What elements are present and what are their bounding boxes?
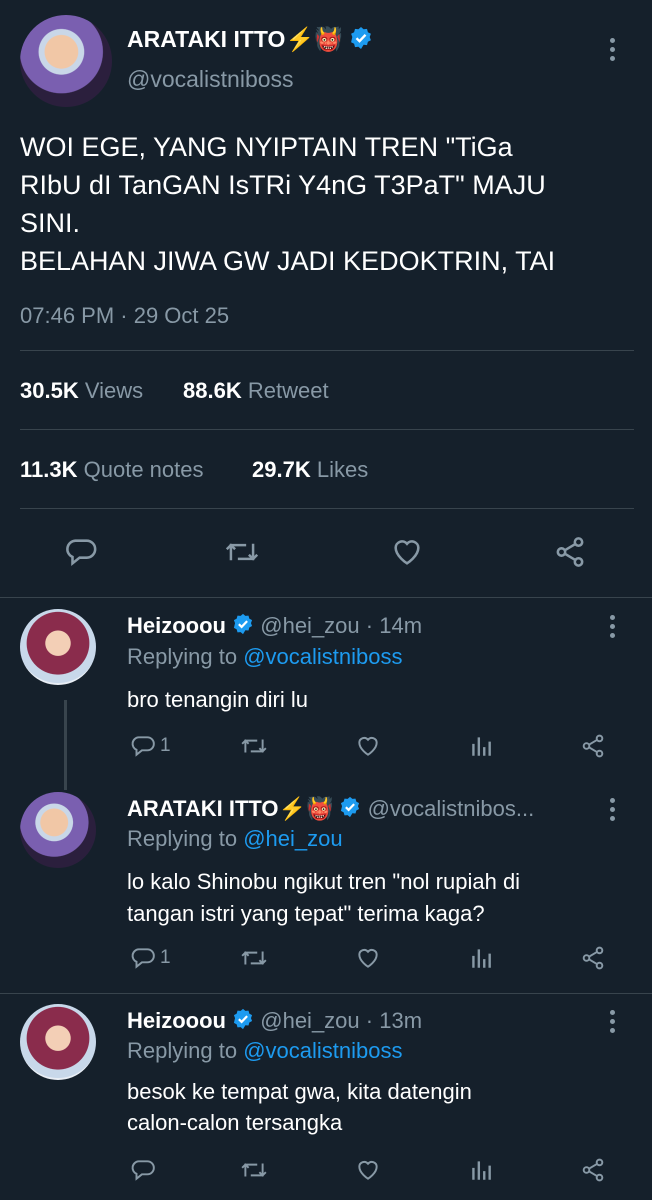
reply-icon[interactable] <box>130 1157 156 1183</box>
reply-header[interactable]: ARATAKI ITTO⚡👹 @vocalistnibos... <box>127 796 534 824</box>
reply-time: · 14m <box>365 613 423 638</box>
author-avatar[interactable] <box>20 15 112 107</box>
views-stat[interactable]: 30.5K Views <box>20 378 143 404</box>
reply-text: besok ke tempat gwa, kita datengin calon… <box>127 1076 472 1138</box>
verified-badge-icon <box>349 26 373 56</box>
share-icon[interactable] <box>580 1157 606 1183</box>
replying-to-label: Replying to <box>127 1038 244 1063</box>
divider <box>20 508 634 509</box>
quote-label: Quote notes <box>83 457 204 482</box>
like-icon[interactable] <box>389 535 425 569</box>
analytics-icon[interactable] <box>468 1157 494 1183</box>
author-emoji: ⚡👹 <box>285 26 343 53</box>
reply-author-name: ARATAKI ITTO <box>127 796 279 821</box>
reply-time: · 13m <box>365 1008 423 1033</box>
reply-handle: @hei_zou <box>260 1008 360 1033</box>
views-count: 30.5K <box>20 378 79 403</box>
replying-to-label: Replying to <box>127 644 244 669</box>
more-options-icon[interactable] <box>610 38 616 65</box>
reply-text-line: lo kalo Shinobu ngikut tren "nol rupiah … <box>127 869 521 894</box>
replying-to-link[interactable]: @hei_zou <box>243 826 342 851</box>
likes-count: 29.7K <box>252 457 311 482</box>
reply-icon[interactable]: 1 <box>130 733 171 759</box>
reply-header[interactable]: Heizooou @hei_zou · 14m <box>127 613 422 641</box>
author-name: ARATAKI ITTO <box>127 26 286 53</box>
reply-text: lo kalo Shinobu ngikut tren "nol rupiah … <box>127 866 520 930</box>
divider <box>0 993 652 994</box>
analytics-icon[interactable] <box>468 945 494 971</box>
share-icon[interactable] <box>580 733 606 759</box>
reply-header[interactable]: Heizooou @hei_zou · 13m <box>127 1008 422 1036</box>
quote-stat[interactable]: 11.3K Quote notes <box>20 457 204 483</box>
more-options-icon[interactable] <box>610 615 616 642</box>
reply-avatar[interactable] <box>20 609 96 685</box>
reply-icon[interactable]: 1 <box>130 945 171 971</box>
replying-to-link[interactable]: @vocalistniboss <box>243 1038 402 1063</box>
reply-icon[interactable] <box>64 535 98 569</box>
tweet-timestamp[interactable]: 07:46 PM · 29 Oct 25 <box>20 303 229 329</box>
more-options-icon[interactable] <box>610 1010 616 1037</box>
reply-text-line: tangan istri yang tepat" terima kaga? <box>127 901 485 926</box>
verified-badge-icon <box>232 1008 254 1036</box>
like-icon[interactable] <box>354 945 382 971</box>
reply-author-name: Heizooou <box>127 613 226 638</box>
reply-count: 1 <box>160 735 171 756</box>
tweet-text-line: BELAHAN JIWA GW JADI KEDOKTRIN, TAI <box>20 246 556 276</box>
tweet-text-line: RIbU dI TanGAN IsTRi Y4nG T3PaT" MAJU <box>20 170 546 200</box>
retweet-icon[interactable] <box>240 733 268 759</box>
tweet-text-line: WOI EGE, YANG NYIPTAIN TREN "TiGa <box>20 132 513 162</box>
likes-stat[interactable]: 29.7K Likes <box>252 457 368 483</box>
replying-to: Replying to @vocalistniboss <box>127 644 402 670</box>
reply-avatar[interactable] <box>20 1004 96 1080</box>
reply-count: 1 <box>160 947 171 968</box>
reply-author-emoji: ⚡👹 <box>278 796 334 821</box>
like-icon[interactable] <box>354 1157 382 1183</box>
retweet-count: 88.6K <box>183 378 242 403</box>
share-icon[interactable] <box>580 945 606 971</box>
divider <box>0 597 652 598</box>
reply-text: bro tenangin diri lu <box>127 684 308 715</box>
reply-text-line: besok ke tempat gwa, kita datengin <box>127 1079 472 1104</box>
retweet-icon[interactable] <box>240 1157 268 1183</box>
thread-line <box>64 700 67 790</box>
replying-to: Replying to @hei_zou <box>127 826 343 852</box>
share-icon[interactable] <box>553 535 587 569</box>
retweet-icon[interactable] <box>224 535 260 569</box>
divider <box>20 350 634 351</box>
author-name-row[interactable]: ARATAKI ITTO⚡👹 <box>127 26 373 56</box>
reply-avatar[interactable] <box>20 792 96 868</box>
replying-to-label: Replying to <box>127 826 244 851</box>
retweet-icon[interactable] <box>240 945 268 971</box>
reply-text-line: bro tenangin diri lu <box>127 687 309 712</box>
reply-handle: @hei_zou <box>260 613 360 638</box>
more-options-icon[interactable] <box>610 798 616 825</box>
likes-label: Likes <box>316 457 369 482</box>
reply-author-name: Heizooou <box>127 1008 226 1033</box>
reply-handle: @vocalistnibos... <box>367 796 535 821</box>
retweet-stat[interactable]: 88.6K Retweet <box>183 378 329 404</box>
tweet-text: WOI EGE, YANG NYIPTAIN TREN "TiGa RIbU d… <box>20 128 640 280</box>
reply-text-line: calon-calon tersangka <box>127 1110 343 1135</box>
verified-badge-icon <box>339 796 361 824</box>
replying-to-link[interactable]: @vocalistniboss <box>243 644 402 669</box>
replying-to: Replying to @vocalistniboss <box>127 1038 402 1064</box>
retweet-label: Retweet <box>247 378 329 403</box>
quote-count: 11.3K <box>20 457 78 482</box>
author-handle[interactable]: @vocalistniboss <box>127 66 294 93</box>
analytics-icon[interactable] <box>468 733 494 759</box>
divider <box>20 429 634 430</box>
tweet-text-line: SINI. <box>20 208 81 238</box>
views-label: Views <box>84 378 144 403</box>
like-icon[interactable] <box>354 733 382 759</box>
verified-badge-icon <box>232 613 254 641</box>
